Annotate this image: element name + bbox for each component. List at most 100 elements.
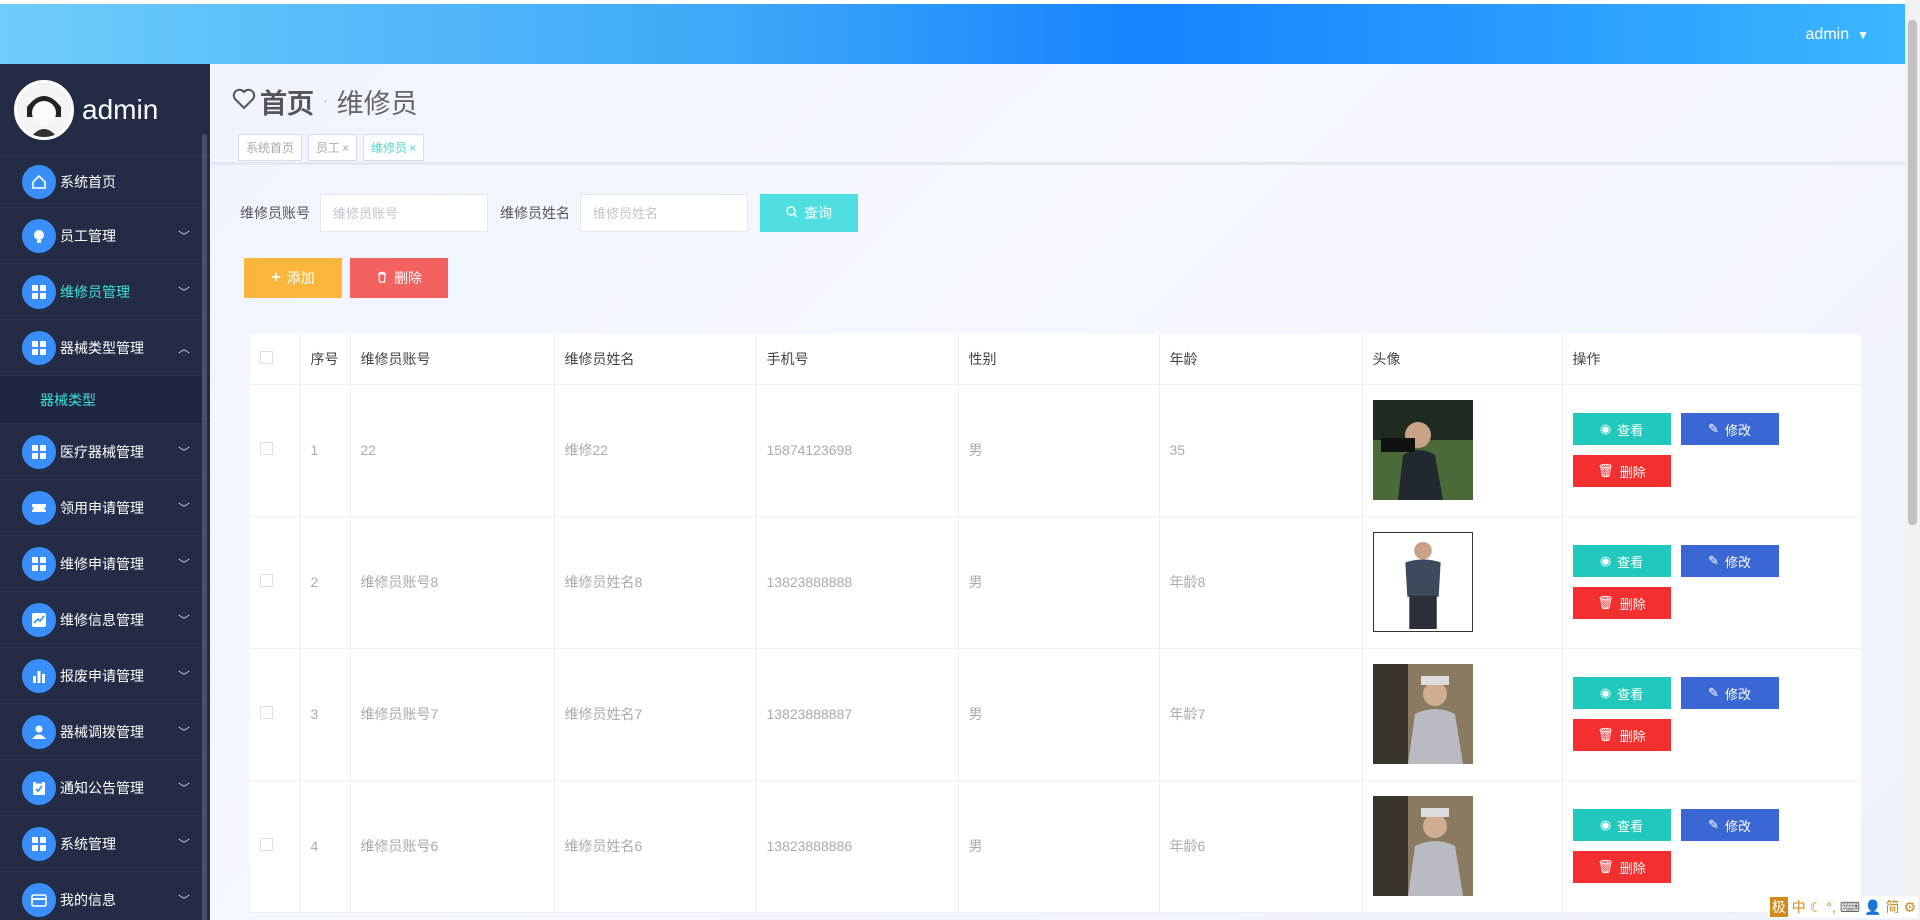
sidebar-item-staff[interactable]: 员工管理 ﹀ (0, 208, 210, 264)
close-icon[interactable]: × (342, 141, 349, 155)
cell-no: 2 (300, 516, 351, 649)
trash-icon: 🗑 (1597, 727, 1614, 742)
tag-repairer[interactable]: 维修员 × (363, 134, 425, 161)
delete-label: 删除 (394, 270, 422, 286)
user-menu[interactable]: admin ▼ (1806, 26, 1869, 44)
cell-age: 年龄8 (1159, 516, 1363, 649)
pencil-icon: ✎ (1708, 421, 1719, 436)
tag-label: 员工 (316, 141, 341, 155)
checkbox[interactable] (260, 706, 273, 719)
sidebar-item-notice[interactable]: 通知公告管理 ﹀ (0, 760, 210, 816)
cell-account: 维修员账号8 (350, 516, 555, 649)
checkbox[interactable] (260, 350, 273, 364)
pencil-icon: ✎ (1708, 553, 1719, 568)
delete-button[interactable]: 🗑 删除 (1572, 587, 1671, 619)
checkbox[interactable] (260, 574, 273, 587)
sidebar-item-medical-device[interactable]: 医疗器械管理 ﹀ (0, 424, 210, 480)
sidebar-scrollbar[interactable] (202, 134, 207, 920)
view-button[interactable]: ◉ 查看 (1572, 809, 1671, 841)
close-icon[interactable]: × (409, 141, 416, 155)
sidebar-item-device-type[interactable]: 器械类型管理 ︿ (0, 320, 210, 376)
avatar-photo[interactable] (1372, 664, 1473, 764)
chevron-up-icon: ︿ (177, 341, 190, 355)
sidebar-item-repairer[interactable]: 维修员管理 ﹀ (0, 264, 210, 320)
keyboard-icon[interactable]: ⌨ (1840, 899, 1860, 916)
avatar-photo[interactable] (1372, 796, 1473, 896)
delete-button[interactable]: 🗑 删除 (1572, 455, 1671, 487)
delete-button[interactable]: 🗑 删除 (1572, 851, 1671, 883)
moon-icon[interactable]: ☾ (1810, 899, 1823, 916)
scrollbar-thumb[interactable] (1908, 20, 1917, 525)
user-icon[interactable]: 👤 (1864, 899, 1881, 916)
view-button[interactable]: ◉ 查看 (1572, 413, 1671, 445)
sidebar-item-system[interactable]: 系统管理 ﹀ (0, 816, 210, 872)
sidebar-item-scrap-request[interactable]: 报废申请管理 ﹀ (0, 648, 210, 704)
account-search-input[interactable] (320, 194, 488, 232)
avatar-photo[interactable] (1372, 532, 1473, 632)
batch-delete-button[interactable]: 删除 (350, 258, 448, 298)
punct-icon[interactable]: °, (1826, 899, 1836, 915)
cell-phone: 15874123698 (756, 384, 959, 517)
sidebar-item-requisition[interactable]: 领用申请管理 ﹀ (0, 480, 210, 536)
gear-icon[interactable]: ⚙ (1903, 899, 1916, 916)
row-select[interactable] (250, 516, 301, 649)
cell-name: 维修员姓名8 (554, 516, 757, 649)
cell-ops: ◉ 查看 ✎ 修改 🗑 删除 (1562, 780, 1862, 913)
submenu-item-device-type[interactable]: 器械类型 (0, 376, 210, 424)
view-label: 查看 (1617, 686, 1644, 702)
sidebar-item-repair-info[interactable]: 维修信息管理 ﹀ (0, 592, 210, 648)
chevron-down-icon: ﹀ (177, 229, 190, 243)
eye-icon: ◉ (1599, 553, 1612, 568)
view-label: 查看 (1617, 554, 1644, 570)
row-select[interactable] (250, 648, 301, 781)
add-button[interactable]: + 添加 (244, 258, 342, 298)
edit-button[interactable]: ✎ 修改 (1680, 545, 1779, 577)
tag-home[interactable]: 系统首页 (238, 134, 303, 161)
query-button[interactable]: 查询 (760, 194, 858, 232)
page-scrollbar[interactable] (1905, 0, 1920, 920)
tag-staff[interactable]: 员工 × (308, 134, 358, 161)
checkbox[interactable] (260, 442, 273, 455)
row-select[interactable] (250, 780, 301, 913)
delete-label: 删除 (1619, 596, 1646, 612)
ime-logo[interactable]: 极 (1769, 897, 1788, 917)
sidebar-item-repair-request[interactable]: 维修申请管理 ﹀ (0, 536, 210, 592)
name-search-input[interactable] (580, 194, 748, 232)
pencil-icon: ✎ (1708, 685, 1719, 700)
avatar-photo[interactable] (1372, 400, 1473, 500)
sidebar-item-transfer[interactable]: 器械调拨管理 ﹀ (0, 704, 210, 760)
user-icon (22, 714, 56, 749)
row-select[interactable] (250, 384, 301, 517)
cell-phone: 13823888888 (756, 516, 959, 649)
breadcrumb-home[interactable]: 首页 (260, 82, 314, 121)
edit-button[interactable]: ✎ 修改 (1680, 413, 1779, 445)
header-select-all[interactable] (250, 334, 301, 385)
chart-icon (22, 602, 56, 637)
divider (210, 162, 1905, 165)
chevron-down-icon: ﹀ (177, 285, 190, 299)
cell-gender: 男 (958, 780, 1160, 913)
breadcrumb-current: 维修员 (336, 89, 418, 119)
table-header-row: 序号 维修员账号 维修员姓名 手机号 性别 年龄 头像 操作 (250, 334, 1862, 385)
sidebar-item-home[interactable]: 系统首页 (0, 156, 210, 208)
ime-simplified[interactable]: 简 (1885, 897, 1899, 917)
chevron-down-icon: ﹀ (177, 781, 190, 795)
ime-lang[interactable]: 中 (1792, 897, 1806, 917)
checkbox[interactable] (260, 838, 273, 851)
delete-button[interactable]: 🗑 删除 (1572, 719, 1671, 751)
heart-icon (232, 86, 256, 117)
sidebar-item-label: 通知公告管理 (60, 779, 144, 796)
sidebar-item-my-info[interactable]: 我的信息 ﹀ (0, 872, 210, 920)
edit-button[interactable]: ✎ 修改 (1680, 809, 1779, 841)
cell-avatar (1362, 780, 1563, 913)
main-content: 首页 · 维修员 系统首页 员工× 维修员× 维修员账号 维修员姓名 查询 + … (210, 64, 1905, 920)
search-form: 维修员账号 维修员姓名 查询 (240, 194, 858, 232)
table-row: 4 维修员账号6 维修员姓名6 13823888886 男 年龄6 ◉ 查看 ✎ 修… (250, 780, 1862, 913)
view-button[interactable]: ◉ 查看 (1572, 677, 1671, 709)
eye-icon: ◉ (1599, 817, 1612, 832)
eye-icon: ◉ (1599, 685, 1612, 700)
edit-button[interactable]: ✎ 修改 (1680, 677, 1779, 709)
chevron-down-icon: ﹀ (177, 445, 190, 459)
view-button[interactable]: ◉ 查看 (1572, 545, 1671, 577)
edit-label: 修改 (1724, 818, 1751, 834)
